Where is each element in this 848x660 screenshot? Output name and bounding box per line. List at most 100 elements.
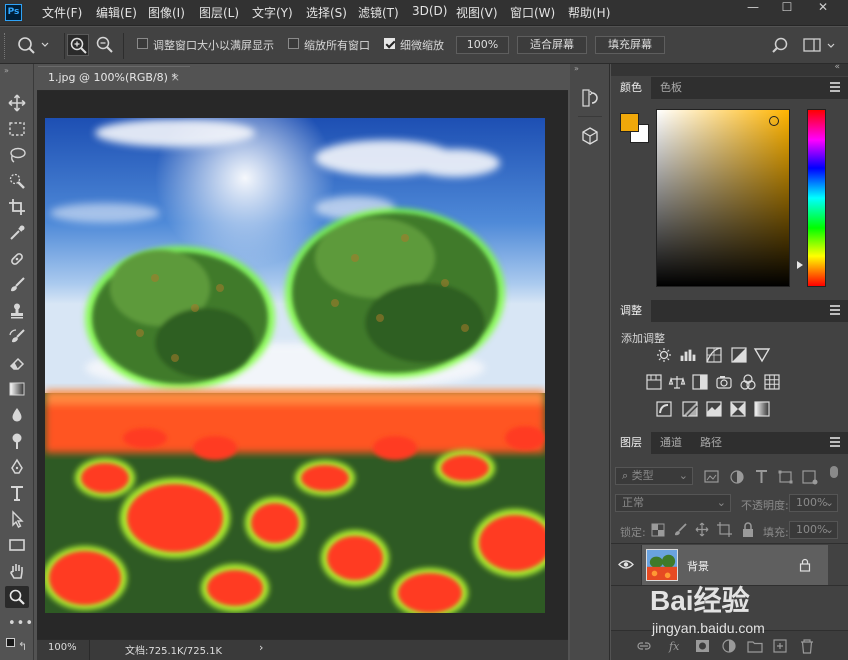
color-picker-cursor[interactable] [769,116,779,126]
hue-slider[interactable] [807,109,826,287]
menu-filter[interactable]: 滤镜(T) [358,4,399,21]
new-layer-icon[interactable] [773,639,787,653]
zoom-level[interactable]: 100% [48,642,77,653]
hue-saturation-icon[interactable] [646,374,662,390]
pen-tool[interactable] [5,456,29,478]
menu-window[interactable]: 窗口(W) [510,4,555,21]
layer-mask-icon[interactable] [696,640,709,652]
gradient-map-icon[interactable] [754,401,770,417]
zoom-percent-field[interactable]: 100% [456,36,509,54]
blend-mode-dropdown[interactable]: 正常 ⌄ [615,494,731,512]
image-canvas[interactable] [45,118,545,613]
swap-colors-icon[interactable]: ↰ [18,640,27,653]
menu-select[interactable]: 选择(S) [306,4,347,21]
threshold-icon[interactable] [706,401,722,417]
scrubby-zoom-checkbox[interactable] [384,38,395,49]
marquee-tool[interactable] [5,118,29,140]
layer-lock-icon[interactable] [799,558,811,572]
new-group-icon[interactable] [747,641,763,653]
search-icon[interactable] [772,36,792,56]
clone-stamp-tool[interactable] [5,300,29,322]
brush-tool[interactable] [5,274,29,296]
adjustment-layer-filter-icon[interactable] [730,470,744,484]
lock-transparent-pixels-icon[interactable] [651,523,665,537]
opacity-field[interactable]: 100% ⌄ [789,494,838,512]
lock-image-pixels-icon[interactable] [675,523,687,536]
close-window-button[interactable]: ✕ [808,0,838,16]
resize-windows-checkbox[interactable] [137,38,148,49]
link-layers-icon[interactable] [637,642,651,650]
menu-file[interactable]: 文件(F) [42,4,82,21]
hand-tool[interactable] [5,560,29,582]
color-balance-icon[interactable] [668,376,686,389]
status-menu-arrow[interactable]: › [259,641,263,654]
posterize-icon[interactable] [682,401,698,417]
fill-field[interactable]: 100% ⌄ [789,521,838,539]
eyedropper-tool[interactable] [5,222,29,244]
type-layer-filter-icon[interactable] [756,470,767,483]
hue-slider-handle[interactable] [797,261,803,269]
crop-tool[interactable] [5,196,29,218]
lasso-tool[interactable] [5,144,29,166]
menu-view[interactable]: 视图(V) [456,4,498,21]
layer-filter-dropdown[interactable]: ⌕ 类型 ⌄ [615,467,693,485]
path-selection-tool[interactable] [5,508,29,530]
fill-screen-button[interactable]: 填充屏幕 [595,36,665,54]
history-panel-icon[interactable] [581,88,599,108]
lock-all-icon[interactable] [743,522,753,537]
maximize-button[interactable]: ☐ [772,0,802,16]
color-field[interactable] [656,109,790,287]
color-swatches[interactable]: ↰ [6,638,28,656]
exposure-icon[interactable] [731,347,747,363]
zoom-tool-preset-icon[interactable] [17,36,53,56]
close-document-icon[interactable]: × [171,67,180,89]
toolbar-collapse-icon[interactable]: » [4,66,9,75]
tab-layers[interactable]: 图层 [611,432,651,454]
zoom-in-icon[interactable] [67,34,89,56]
document-tab[interactable]: 1.jpg @ 100%(RGB/8) * × [38,66,190,90]
workspace-switcher-icon[interactable] [803,37,839,55]
healing-brush-tool[interactable] [5,248,29,270]
levels-icon[interactable] [680,349,696,361]
menu-layer[interactable]: 图层(L) [199,4,239,21]
color-lookup-icon[interactable] [764,374,780,390]
tab-paths[interactable]: 路径 [691,432,731,454]
menu-help[interactable]: 帮助(H) [568,4,610,21]
filter-toggle-icon[interactable] [830,466,838,478]
layer-style-icon[interactable]: fx [668,640,680,653]
brightness-contrast-icon[interactable] [657,348,671,362]
tab-swatches[interactable]: 色板 [651,77,691,99]
dock-collapse-icon[interactable]: » [574,64,579,73]
eye-visibility-icon[interactable] [618,559,634,570]
menu-type[interactable]: 文字(Y) [252,4,293,21]
black-white-icon[interactable] [692,374,708,390]
3d-panel-icon[interactable] [581,126,599,146]
eraser-tool[interactable] [5,352,29,374]
zoom-tool[interactable] [5,586,29,608]
delete-layer-icon[interactable] [801,639,813,654]
zoom-all-windows-checkbox[interactable] [288,38,299,49]
shape-layer-filter-icon[interactable] [778,470,793,484]
type-tool[interactable] [5,482,29,504]
default-colors-icon[interactable] [6,638,15,647]
tab-color[interactable]: 颜色 [611,77,651,99]
quick-selection-tool[interactable] [5,170,29,192]
curves-icon[interactable] [706,347,722,363]
vibrance-icon[interactable] [753,348,771,363]
minimize-button[interactable]: — [738,0,768,16]
lock-artboard-icon[interactable] [717,522,732,537]
fit-screen-button[interactable]: 适合屏幕 [517,36,587,54]
blur-tool[interactable] [5,404,29,426]
zoom-out-icon[interactable] [94,34,116,56]
invert-icon[interactable] [656,401,672,417]
selective-color-icon[interactable] [730,401,746,417]
foreground-color-swatch[interactable] [620,113,639,132]
pixel-layer-filter-icon[interactable] [704,470,719,483]
photo-filter-icon[interactable] [716,376,732,389]
menu-edit[interactable]: 编辑(E) [96,4,137,21]
history-brush-tool[interactable] [5,326,29,348]
lock-position-icon[interactable] [695,522,709,537]
channel-mixer-icon[interactable] [740,374,756,390]
smart-object-filter-icon[interactable] [802,470,818,485]
layer-name[interactable]: 背景 [687,558,709,574]
